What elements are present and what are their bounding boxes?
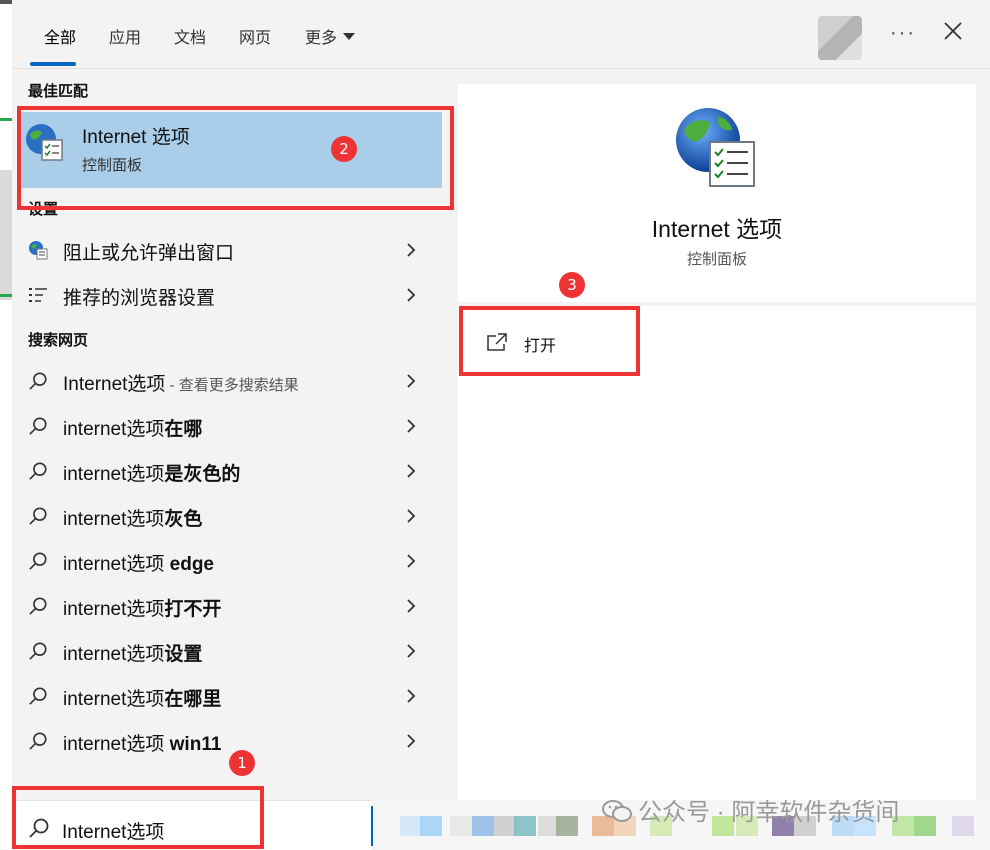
query-suggestion: 打不开: [164, 599, 222, 620]
search-icon: [29, 732, 47, 750]
annotation-badge-2: 2: [331, 136, 357, 162]
tab-more-label: 更多: [305, 30, 338, 47]
internet-options-icon: [676, 108, 755, 187]
query-prefix: internet选项: [63, 419, 165, 440]
desktop-background: [0, 0, 12, 849]
search-icon: [29, 597, 47, 615]
search-icon: [29, 372, 47, 390]
query-prefix: internet选项: [63, 509, 165, 530]
annotation-badge-3: 3: [559, 272, 585, 298]
settings-item-label: 推荐的浏览器设置: [63, 288, 216, 309]
tab-documents[interactable]: 文档: [174, 24, 206, 48]
query-prefix: internet选项: [63, 599, 165, 620]
query-prefix: Internet选项: [63, 374, 166, 395]
more-options-icon[interactable]: ···: [890, 22, 916, 45]
query-suggestion: edge: [169, 554, 215, 575]
chevron-right-icon: [407, 419, 416, 433]
query-suggestion: 是灰色的: [164, 464, 241, 485]
search-icon: [29, 462, 47, 480]
web-search-item[interactable]: internet选项打不开: [20, 584, 442, 628]
web-search-item[interactable]: internet选项是灰色的: [20, 449, 442, 493]
tab-apps[interactable]: 应用: [109, 24, 141, 48]
globe-icon: [29, 241, 48, 260]
tab-more[interactable]: 更多: [305, 24, 356, 48]
query-suggestion: 灰色: [164, 509, 203, 530]
query-suggestion: 设置: [164, 644, 203, 665]
caret-down-icon: [343, 33, 356, 40]
web-search-item[interactable]: internet选项 edge: [20, 539, 442, 583]
web-search-item-label: internet选项 edge: [63, 549, 214, 576]
search-icon: [29, 687, 47, 705]
chevron-right-icon: [407, 243, 416, 257]
settings-list-icon: [29, 288, 47, 302]
settings-item-label: 阻止或允许弹出窗口: [63, 243, 235, 264]
web-search-item-label: Internet选项 - 查看更多搜索结果: [63, 369, 299, 396]
detail-header: Internet 选项 控制面板: [458, 84, 976, 306]
avatar[interactable]: [818, 16, 862, 60]
search-panel: 全部 应用 文档 网页 更多 ··· 最佳匹配 Internet 选项 控制面板…: [12, 0, 990, 850]
web-search-item[interactable]: Internet选项 - 查看更多搜索结果: [20, 359, 442, 403]
active-tab-indicator: [30, 62, 76, 66]
web-search-item[interactable]: internet选项在哪: [20, 404, 442, 448]
best-match-heading: 最佳匹配: [28, 83, 89, 100]
query-suggestion: 在哪里: [164, 689, 222, 710]
tab-web[interactable]: 网页: [239, 24, 271, 48]
annotation-box-best-match: [17, 106, 454, 210]
query-prefix: internet选项: [63, 464, 165, 485]
web-search-item[interactable]: internet选项在哪里: [20, 674, 442, 718]
web-search-item[interactable]: internet选项灰色: [20, 494, 442, 538]
query-prefix: internet选项: [63, 554, 170, 575]
web-search-item-label: internet选项是灰色的: [63, 459, 240, 486]
web-search-item-label: internet选项设置: [63, 639, 202, 666]
detail-pane: Internet 选项 控制面板 打开: [458, 84, 976, 800]
chevron-right-icon: [407, 734, 416, 748]
chevron-right-icon: [407, 689, 416, 703]
web-search-item-label: internet选项灰色: [63, 504, 202, 531]
query-suggestion: 在哪: [164, 419, 203, 440]
annotation-box-open: [459, 306, 640, 376]
tab-all[interactable]: 全部: [44, 24, 76, 48]
chevron-right-icon: [407, 509, 416, 523]
annotation-badge-1: 1: [229, 750, 255, 776]
web-search-item-label: internet选项在哪: [63, 414, 202, 441]
search-icon: [29, 417, 47, 435]
web-search-item-label: internet选项打不开: [63, 594, 221, 621]
tab-bar: 全部 应用 文档 网页 更多 ···: [12, 0, 990, 69]
web-search-item-label: internet选项 win11: [63, 729, 221, 756]
detail-subtitle: 控制面板: [686, 251, 747, 268]
chevron-right-icon: [407, 644, 416, 658]
search-icon: [29, 507, 47, 525]
query-suggestion: win11: [169, 734, 222, 755]
watermark: 公众号 · 阿幸软件杂货间: [602, 792, 899, 827]
detail-title: Internet 选项: [651, 216, 783, 242]
chevron-right-icon: [407, 599, 416, 613]
wechat-icon: [602, 800, 632, 822]
query-prefix: internet选项: [63, 734, 170, 755]
web-search-heading: 搜索网页: [28, 332, 89, 349]
chevron-right-icon: [407, 374, 416, 388]
chevron-right-icon: [407, 288, 416, 302]
close-icon[interactable]: [942, 20, 964, 42]
settings-item-popup[interactable]: 阻止或允许弹出窗口: [20, 228, 442, 272]
search-icon: [29, 552, 47, 570]
search-box-edge: [371, 806, 373, 846]
chevron-right-icon: [407, 554, 416, 568]
settings-item-browser[interactable]: 推荐的浏览器设置: [20, 273, 442, 317]
chevron-right-icon: [407, 464, 416, 478]
query-prefix: internet选项: [63, 644, 165, 665]
query-hint: - 查看更多搜索结果: [165, 377, 299, 394]
search-icon: [29, 642, 47, 660]
annotation-box-search: [12, 786, 264, 849]
query-prefix: internet选项: [63, 689, 165, 710]
web-search-item-label: internet选项在哪里: [63, 684, 221, 711]
web-search-item[interactable]: internet选项设置: [20, 629, 442, 673]
watermark-text: 公众号 · 阿幸软件杂货间: [638, 799, 900, 826]
